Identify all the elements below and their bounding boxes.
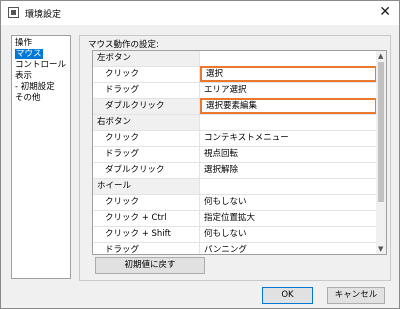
action-cell: 右ボタン bbox=[93, 115, 200, 130]
sidebar-item-mouse[interactable]: マウス bbox=[15, 49, 67, 60]
property-grid[interactable]: 左ボタン クリック 選択 ドラッグ エリア選択 ダブルクリック 選択要素編集 右… bbox=[92, 50, 387, 255]
sidebar-item-other[interactable]: その他 bbox=[15, 93, 67, 104]
value-cell[interactable]: 何もしない bbox=[200, 227, 377, 242]
action-cell: クリック bbox=[93, 195, 200, 210]
action-cell: ホイール bbox=[93, 179, 200, 194]
action-cell: クリック bbox=[93, 67, 200, 82]
action-cell: クリック bbox=[93, 131, 200, 146]
scroll-down-icon[interactable]: ▼ bbox=[378, 245, 383, 253]
value-cell bbox=[200, 179, 377, 194]
sidebar-item-display[interactable]: 表示 bbox=[15, 71, 67, 82]
value-cell[interactable]: 視点回転 bbox=[200, 147, 377, 162]
action-cell: 左ボタン bbox=[93, 51, 200, 66]
value-cell bbox=[200, 115, 377, 130]
settings-dialog: 環境設定 ✕ 操作 マウス コントロール 表示 - 初期設定 その他 マウス動作… bbox=[0, 0, 400, 309]
table-row[interactable]: ドラッグ パンニング bbox=[93, 243, 377, 254]
category-row: 左ボタン bbox=[93, 51, 377, 67]
table-row[interactable]: クリック + Ctrl 指定位置拡大 bbox=[93, 211, 377, 227]
table-row[interactable]: クリック コンテキストメニュー bbox=[93, 131, 377, 147]
group-label: マウス動作の設定: bbox=[88, 40, 159, 50]
scroll-up-icon[interactable]: ▲ bbox=[378, 52, 383, 60]
value-cell bbox=[200, 51, 377, 66]
table-row[interactable]: ダブルクリック 選択解除 bbox=[93, 163, 377, 179]
window-title: 環境設定 bbox=[25, 10, 62, 20]
scroll-thumb[interactable] bbox=[378, 62, 384, 202]
value-cell[interactable]: 指定位置拡大 bbox=[200, 211, 377, 226]
action-cell: ドラッグ bbox=[93, 147, 200, 162]
mouse-settings-group: マウス動作の設定: 左ボタン クリック 選択 ドラッグ エリア選択 ダブルクリッ… bbox=[79, 35, 391, 281]
cancel-button[interactable]: キャンセル bbox=[327, 287, 385, 304]
app-icon bbox=[8, 7, 19, 18]
category-list[interactable]: 操作 マウス コントロール 表示 - 初期設定 その他 bbox=[11, 35, 71, 279]
table-row[interactable]: ドラッグ 視点回転 bbox=[93, 147, 377, 163]
value-cell[interactable]: 選択要素編集 bbox=[200, 98, 377, 114]
action-cell: ドラッグ bbox=[93, 243, 200, 254]
sidebar-item-control[interactable]: コントロール bbox=[15, 60, 67, 71]
value-cell[interactable]: コンテキストメニュー bbox=[200, 131, 377, 146]
table-row[interactable]: クリック + Shift 何もしない bbox=[93, 227, 377, 243]
table-row[interactable]: ダブルクリック 選択要素編集 bbox=[93, 98, 377, 115]
vertical-scrollbar[interactable]: ▲ ▼ bbox=[376, 51, 386, 254]
ok-button[interactable]: OK bbox=[262, 287, 313, 304]
action-cell: クリック + Shift bbox=[93, 227, 200, 242]
action-cell: ダブルクリック bbox=[93, 99, 200, 114]
category-row: 右ボタン bbox=[93, 115, 377, 131]
table-row[interactable]: クリック 選択 bbox=[93, 66, 377, 83]
value-cell[interactable]: 何もしない bbox=[200, 195, 377, 210]
reset-defaults-button[interactable]: 初期値に戻す bbox=[95, 257, 205, 274]
value-cell[interactable]: 選択解除 bbox=[200, 163, 377, 178]
sidebar-item-operation[interactable]: 操作 bbox=[15, 38, 67, 49]
value-cell[interactable]: エリア選択 bbox=[200, 83, 377, 98]
category-row: ホイール bbox=[93, 179, 377, 195]
action-cell: ドラッグ bbox=[93, 83, 200, 98]
sidebar-item-initial-settings[interactable]: - 初期設定 bbox=[15, 82, 67, 93]
action-cell: クリック + Ctrl bbox=[93, 211, 200, 226]
table-row[interactable]: クリック 何もしない bbox=[93, 195, 377, 211]
value-cell[interactable]: パンニング bbox=[200, 243, 377, 254]
value-cell[interactable]: 選択 bbox=[200, 66, 377, 82]
close-icon[interactable]: ✕ bbox=[379, 4, 391, 20]
action-cell: ダブルクリック bbox=[93, 163, 200, 178]
title-bar: 環境設定 ✕ bbox=[1, 1, 399, 25]
table-row[interactable]: ドラッグ エリア選択 bbox=[93, 83, 377, 99]
